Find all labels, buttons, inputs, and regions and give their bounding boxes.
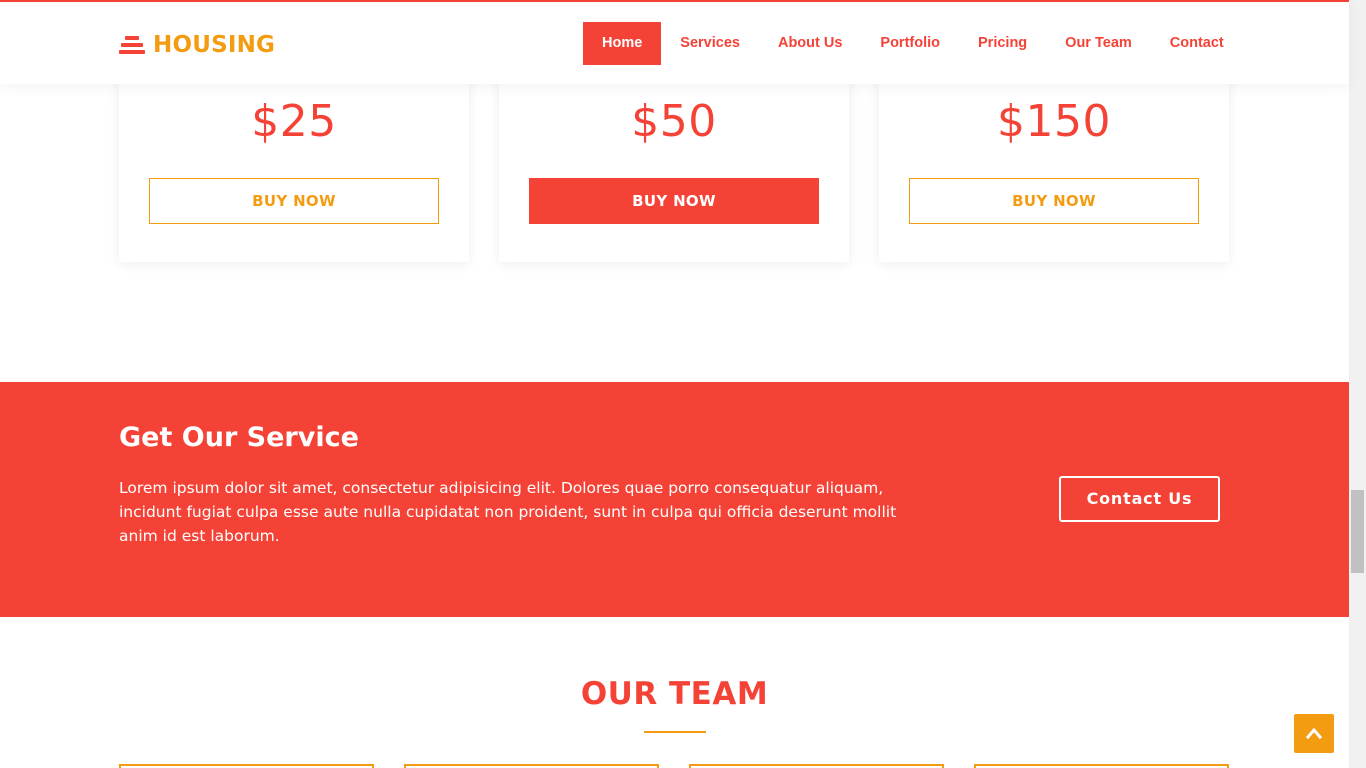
price: $50	[631, 96, 717, 147]
price: $25	[251, 96, 337, 147]
team-card	[974, 764, 1229, 768]
nav-about-us[interactable]: About Us	[778, 22, 842, 65]
page-scrollbar[interactable]	[1349, 0, 1366, 768]
nav-portfolio[interactable]: Portfolio	[880, 22, 940, 65]
pricing-card-basic: $25 BUY NOW	[119, 70, 469, 262]
team-section-title: OUR TEAM	[580, 676, 769, 712]
pricing-card-standard: $50 BUY NOW	[499, 70, 849, 262]
service-description: Lorem ipsum dolor sit amet, consectetur …	[119, 479, 897, 545]
service-banner: Get Our Service Lorem ipsum dolor sit am…	[0, 382, 1349, 617]
buy-now-button[interactable]: BUY NOW	[149, 178, 439, 224]
nav-pricing[interactable]: Pricing	[978, 22, 1027, 65]
title-underline	[644, 731, 706, 733]
team-card	[404, 764, 659, 768]
chevron-up-icon	[1306, 727, 1322, 740]
top-accent-line	[0, 0, 1349, 2]
main-nav: Home Services About Us Portfolio Pricing…	[583, 22, 1224, 65]
contact-us-button[interactable]: Contact Us	[1059, 476, 1220, 522]
nav-our-team[interactable]: Our Team	[1065, 22, 1132, 65]
nav-services[interactable]: Services	[680, 22, 740, 65]
buy-now-button[interactable]: BUY NOW	[529, 178, 819, 224]
team-card	[689, 764, 944, 768]
logo[interactable]: HOUSING	[119, 32, 275, 58]
back-to-top-button[interactable]	[1294, 714, 1334, 753]
site-header: HOUSING Home Services About Us Portfolio…	[0, 0, 1349, 84]
nav-contact[interactable]: Contact	[1170, 22, 1224, 65]
buy-now-button[interactable]: BUY NOW	[909, 178, 1199, 224]
price: $150	[997, 96, 1111, 147]
team-card	[119, 764, 374, 768]
nav-home[interactable]: Home	[583, 22, 662, 65]
stacked-bars-icon	[119, 34, 145, 56]
pricing-card-premium: $150 BUY NOW	[879, 70, 1229, 262]
service-title: Get Our Service	[119, 422, 359, 453]
scrollbar-thumb[interactable]	[1351, 490, 1364, 573]
logo-text: HOUSING	[153, 32, 276, 58]
